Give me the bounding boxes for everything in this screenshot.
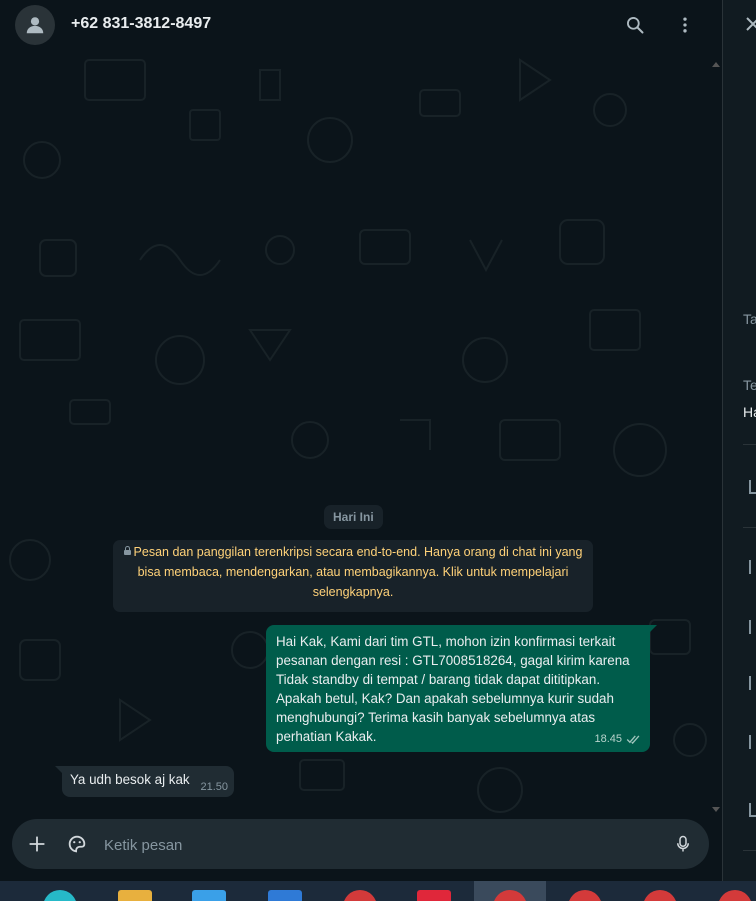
message-composer: [12, 819, 709, 869]
taskbar-app-icon[interactable]: [343, 890, 377, 901]
timer-icon[interactable]: [749, 676, 756, 690]
taskbar-app-icon[interactable]: [417, 890, 451, 901]
chat-pane: +62 831-3812-8497 Hari Ini Pesan dan pan…: [0, 0, 722, 881]
incoming-message[interactable]: Ya udh besok aj kak 21.50: [55, 766, 234, 797]
store-icon[interactable]: [192, 890, 226, 901]
lock-icon: [123, 546, 131, 555]
chat-header: +62 831-3812-8497: [0, 0, 722, 50]
menu-button[interactable]: [672, 12, 698, 38]
message-time: 18.45: [594, 733, 622, 745]
info-value: Ha: [743, 404, 756, 420]
folder-icon[interactable]: [118, 890, 152, 901]
date-divider: Hari Ini: [324, 505, 383, 529]
taskbar-app-icon[interactable]: [43, 890, 77, 901]
double-check-icon: [626, 735, 640, 744]
encryption-notice-text: Pesan dan panggilan terenkripsi secara e…: [133, 545, 583, 599]
scroll-up-arrow-icon[interactable]: [712, 62, 720, 67]
message-text: Ya udh besok aj kak: [70, 772, 190, 787]
close-panel-button[interactable]: [745, 16, 756, 37]
contact-avatar[interactable]: [15, 5, 55, 45]
info-label: Te: [743, 377, 756, 393]
message-meta: 18.45: [594, 730, 641, 749]
taskbar-app-icon[interactable]: [568, 890, 602, 901]
contact-name[interactable]: +62 831-3812-8497: [71, 15, 211, 33]
sticker-button[interactable]: [64, 831, 90, 857]
more-vertical-icon: [683, 17, 687, 33]
star-icon[interactable]: [749, 560, 756, 574]
message-input[interactable]: [102, 834, 666, 856]
divider: [743, 527, 756, 528]
bell-icon[interactable]: [749, 620, 756, 634]
taskbar-app-icon[interactable]: [643, 890, 677, 901]
outgoing-message[interactable]: Hai Kak, Kami dari tim GTL, mohon izin k…: [266, 625, 657, 752]
person-icon: [26, 17, 44, 34]
attach-button[interactable]: [24, 831, 50, 857]
info-label: Ta: [743, 311, 756, 327]
chat-scrollbar[interactable]: [709, 58, 721, 816]
block-icon[interactable]: [749, 803, 756, 817]
taskbar-app-icon[interactable]: [718, 890, 752, 901]
shield-icon[interactable]: [749, 735, 756, 749]
plus-icon: [29, 836, 45, 852]
sticker-icon: [68, 835, 86, 853]
search-button[interactable]: [622, 12, 648, 38]
os-taskbar: [0, 881, 756, 901]
divider: [743, 850, 756, 851]
scroll-down-arrow-icon[interactable]: [712, 807, 720, 812]
search-icon: [627, 17, 644, 34]
message-text: Hai Kak, Kami dari tim GTL, mohon izin k…: [276, 634, 630, 744]
contact-info-panel: Ta Te Ha: [722, 0, 756, 881]
close-icon: [746, 17, 756, 31]
browser-icon[interactable]: [268, 890, 302, 901]
microphone-icon: [677, 835, 689, 852]
voice-message-button[interactable]: [670, 831, 696, 857]
encryption-notice[interactable]: Pesan dan panggilan terenkripsi secara e…: [113, 540, 593, 612]
divider: [743, 444, 756, 445]
media-icon[interactable]: [749, 480, 756, 494]
message-time: 21.50: [200, 781, 228, 793]
